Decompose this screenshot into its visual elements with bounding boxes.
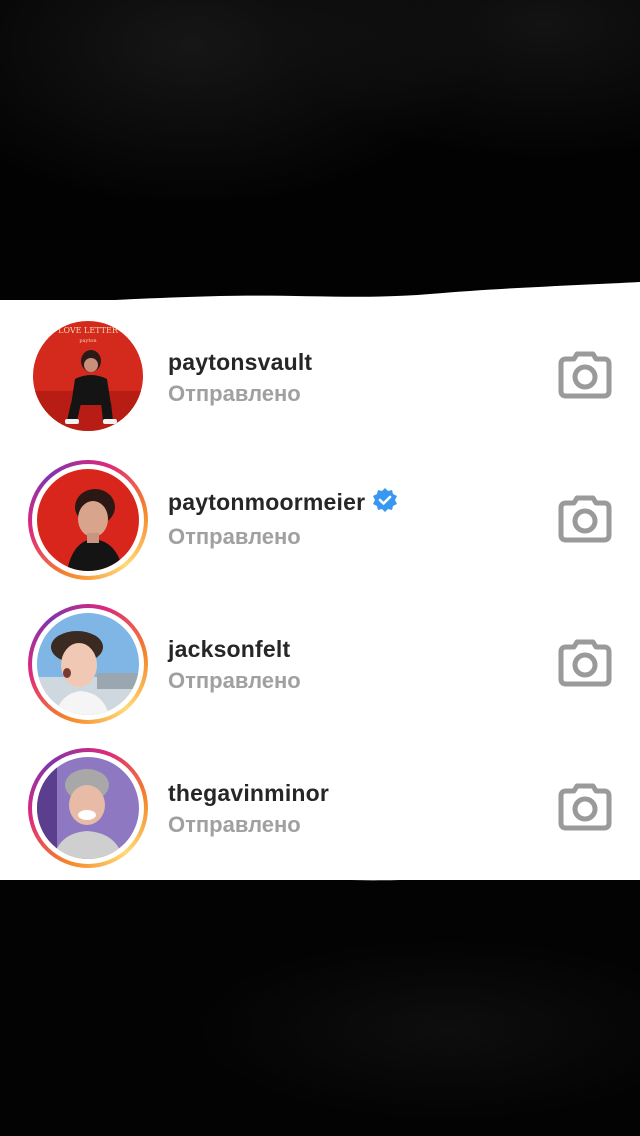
username[interactable]: paytonmoormeier <box>168 487 399 518</box>
avatar-image <box>37 613 139 715</box>
avatar-image <box>37 469 139 571</box>
avatar <box>37 757 139 859</box>
username[interactable]: jacksonfelt <box>168 636 290 663</box>
camera-icon[interactable] <box>558 351 612 399</box>
avatar-image <box>37 757 139 859</box>
blurred-background-top <box>0 0 640 300</box>
camera-icon[interactable] <box>558 783 612 831</box>
avatar-story-ring[interactable] <box>28 604 148 724</box>
list-item[interactable]: paytonmoormeier Отправлено <box>0 460 640 604</box>
avatar-image: LOVE LETTER payton <box>33 321 143 431</box>
list-item[interactable]: LOVE LETTER payton paytonsvault Отправле… <box>0 321 640 465</box>
panel-top-edge <box>0 282 640 320</box>
camera-icon[interactable] <box>558 495 612 543</box>
avatar-subcaption: payton <box>79 338 97 344</box>
sent-status: Отправлено <box>168 381 301 406</box>
list-item[interactable]: thegavinminor Отправлено <box>0 748 640 892</box>
avatar-story-ring[interactable] <box>28 460 148 580</box>
list-item[interactable]: jacksonfelt Отправлено <box>0 604 640 748</box>
avatar-story-ring[interactable] <box>28 748 148 868</box>
verified-badge-icon <box>373 487 398 512</box>
avatar <box>37 469 139 571</box>
avatar-caption: LOVE LETTER <box>58 326 119 335</box>
avatar[interactable]: LOVE LETTER payton <box>33 321 143 431</box>
blurred-background-bottom <box>0 870 640 1136</box>
sent-status: Отправлено <box>168 668 301 693</box>
sent-status: Отправлено <box>168 812 301 837</box>
username[interactable]: paytonsvault <box>168 349 312 376</box>
screen: LOVE LETTER payton paytonsvault Отправле… <box>0 0 640 1136</box>
sent-status: Отправлено <box>168 524 301 549</box>
username-text: paytonmoormeier <box>168 489 366 515</box>
avatar <box>37 613 139 715</box>
username[interactable]: thegavinminor <box>168 780 329 807</box>
camera-icon[interactable] <box>558 639 612 687</box>
